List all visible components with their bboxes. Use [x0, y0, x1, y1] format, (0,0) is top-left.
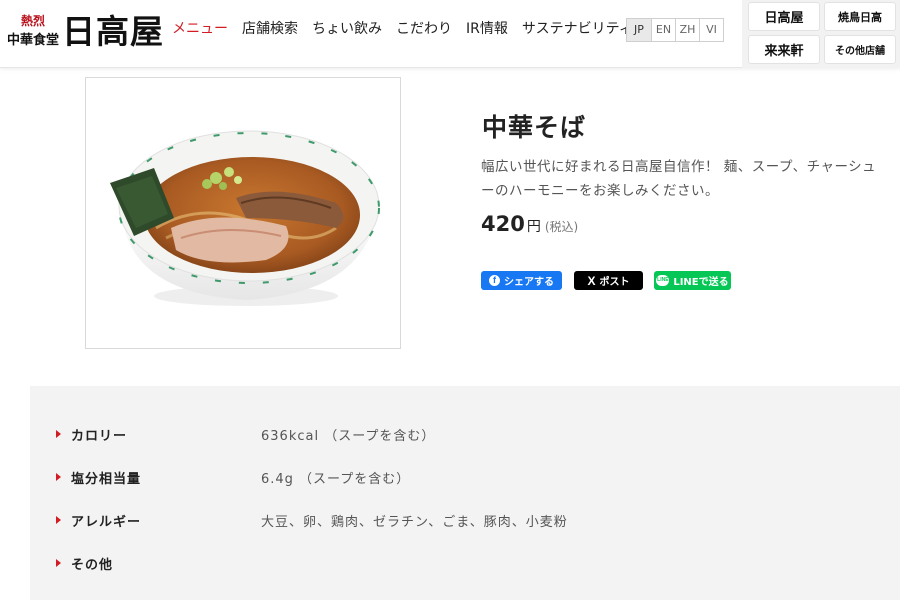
logo-wordmark: 日高屋 — [62, 12, 164, 51]
info-value: 6.4g （スープを含む） — [261, 471, 411, 487]
lang-en[interactable]: EN — [651, 19, 675, 41]
info-label: カロリー — [71, 428, 128, 444]
site-logo[interactable]: 熱烈 中華食堂 日高屋 — [4, 8, 174, 58]
brand-link-hidakaya[interactable]: 日高屋 — [748, 2, 820, 31]
nav-item-sustainability[interactable]: サステナビリティ — [522, 18, 633, 40]
tax-note: (税込) — [544, 220, 579, 234]
lang-zh[interactable]: ZH — [675, 19, 699, 41]
ramen-bowl-illustration — [110, 130, 380, 306]
x-post-label: ポスト — [599, 277, 630, 288]
product-image — [85, 77, 401, 349]
logo-tagline-line2: 中華食堂 — [6, 33, 59, 48]
info-value: 636kcal （スープを含む） — [261, 428, 436, 444]
price-unit: 円 — [526, 219, 541, 235]
lang-jp[interactable]: JP — [627, 19, 651, 41]
x-icon: X — [587, 273, 596, 288]
nav-item-commitment[interactable]: こだわり — [396, 18, 452, 40]
bullet-triangle-icon — [56, 516, 61, 524]
facebook-share-label: シェアする — [504, 277, 554, 288]
main-nav: メニュー 店舗検索 ちょい飲み こだわり IR情報 サステナビリティ — [172, 18, 633, 40]
info-row-salt: 塩分相当量 6.4g （スープを含む） — [56, 467, 410, 487]
info-row-calorie: カロリー 636kcal （スープを含む） — [56, 424, 435, 444]
language-switcher: JP EN ZH VI — [626, 18, 724, 42]
x-post-button[interactable]: X ポスト — [574, 271, 643, 290]
price-value: 420 — [481, 212, 525, 236]
lang-vi[interactable]: VI — [699, 19, 723, 41]
product-price: 420 円 (税込) — [481, 212, 578, 236]
info-row-other: その他 — [56, 553, 261, 573]
brand-link-yakitori-hidaka[interactable]: 焼鳥日高 — [824, 2, 896, 31]
line-send-label: LINEで送る — [673, 277, 729, 288]
logo-tagline-line1: 熱烈 — [20, 14, 45, 28]
site-header: 熱烈 中華食堂 日高屋 メニュー 店舗検索 ちょい飲み こだわり IR情報 サス… — [0, 0, 900, 68]
brand-links: 日高屋 焼鳥日高 来来軒 その他店舗 — [742, 0, 900, 68]
nav-item-drinks[interactable]: ちょい飲み — [312, 18, 382, 40]
line-icon: LINE — [656, 275, 670, 286]
bullet-triangle-icon — [56, 430, 61, 438]
bullet-triangle-icon — [56, 473, 61, 481]
info-label: アレルギー — [71, 514, 142, 530]
facebook-share-button[interactable]: f シェアする — [481, 271, 562, 290]
bullet-triangle-icon — [56, 559, 61, 567]
nutrition-panel: カロリー 636kcal （スープを含む） 塩分相当量 6.4g （スープを含む… — [30, 386, 900, 600]
brand-link-rairaiken[interactable]: 来来軒 — [748, 35, 820, 64]
info-value: 大豆、卵、鶏肉、ゼラチン、ごま、豚肉、小麦粉 — [261, 514, 568, 530]
product-title: 中華そば — [482, 113, 587, 142]
product-description: 幅広い世代に好まれる日高屋自信作！ 麺、スープ、チャーシューのハーモニーをお楽し… — [481, 159, 877, 199]
nav-item-ir[interactable]: IR情報 — [466, 18, 508, 40]
info-label: 塩分相当量 — [71, 471, 142, 487]
brand-link-other-stores[interactable]: その他店舗 — [824, 35, 896, 64]
line-send-button[interactable]: LINE LINEで送る — [654, 271, 731, 290]
facebook-icon: f — [489, 275, 500, 286]
nav-item-menu[interactable]: メニュー — [172, 18, 228, 40]
logo-tagline: 熱烈 中華食堂 — [4, 12, 62, 50]
info-label: その他 — [71, 557, 114, 573]
info-row-allergy: アレルギー 大豆、卵、鶏肉、ゼラチン、ごま、豚肉、小麦粉 — [56, 510, 568, 530]
nav-item-store-search[interactable]: 店舗検索 — [242, 18, 298, 40]
